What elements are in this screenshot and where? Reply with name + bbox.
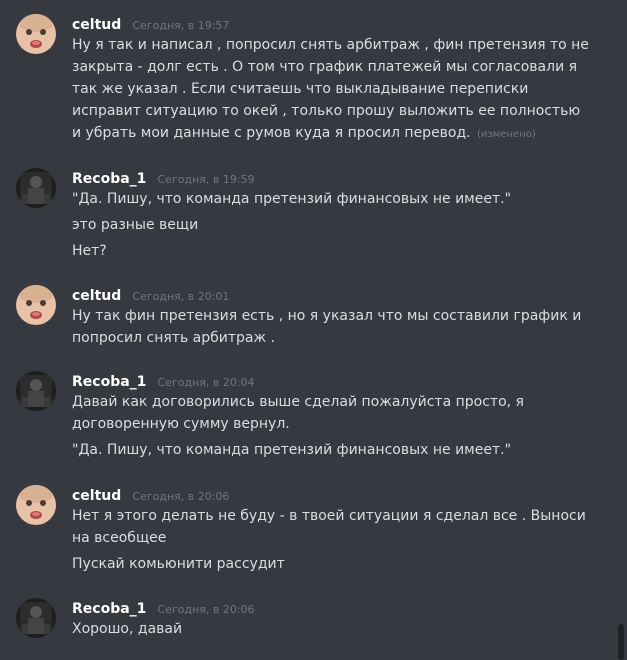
baby-face-avatar-icon[interactable] [16,485,56,525]
dark-figure-avatar-icon[interactable] [16,598,56,638]
username[interactable]: Recoba_1 [72,601,146,617]
timestamp: Сегодня, в 19:59 [157,173,255,186]
timestamp: Сегодня, в 20:04 [157,376,255,389]
message-text: Хорошо, давай [72,621,183,637]
dark-figure-avatar-icon[interactable] [16,371,56,411]
message-group: celtud Сегодня, в 20:01 Ну так фин прете… [0,285,612,351]
message-header: Recoba_1 Сегодня, в 20:04 [72,371,255,391]
message-text: это разные вещи [72,217,199,233]
username[interactable]: celtud [72,288,121,304]
scrollbar-thumb[interactable] [618,624,624,660]
baby-face-avatar-icon[interactable] [16,14,56,54]
dark-figure-avatar-icon[interactable] [16,168,56,208]
timestamp: Сегодня, в 20:01 [132,290,230,303]
message-group: Recoba_1 Сегодня, в 20:06 Хорошо, давай [0,598,612,642]
message-header: Recoba_1 Сегодня, в 19:59 [72,168,255,188]
message-text: "Да. Пишу, что команда претензий финансо… [72,191,512,207]
username[interactable]: celtud [72,488,121,504]
message-text: Пускай комьюнити рассудит [72,556,285,572]
timestamp: Сегодня, в 20:06 [132,490,230,503]
message-header: celtud Сегодня, в 20:01 [72,285,229,305]
timestamp: Сегодня, в 20:06 [157,603,255,616]
message-group: Recoba_1 Сегодня, в 20:04 Давай как дого… [0,371,612,463]
message-content: Ну я так и написал , попросил снять арби… [72,37,589,141]
message-list: celtud Сегодня, в 19:57 Ну я так и напис… [0,0,627,660]
message-header: celtud Сегодня, в 20:06 [72,485,229,505]
message-text: Нет? [72,243,107,259]
username[interactable]: celtud [72,17,121,33]
message-text: Ну так фин претензия есть , но я указал … [72,308,582,346]
message-text: Давай как договорились выше сделай пожал… [72,394,524,432]
edited-label: (изменено) [477,129,536,140]
message-text: "Да. Пишу, что команда претензий финансо… [72,442,512,458]
message-header: Recoba_1 Сегодня, в 20:06 [72,598,255,618]
message-text: Нет я этого делать не буду - в твоей сит… [72,508,586,546]
username[interactable]: Recoba_1 [72,374,146,390]
baby-face-avatar-icon[interactable] [16,285,56,325]
timestamp: Сегодня, в 19:57 [132,19,230,32]
message-header: celtud Сегодня, в 19:57 [72,14,229,34]
message-group: Recoba_1 Сегодня, в 19:59 "Да. Пишу, что… [0,168,612,264]
scrollbar-track[interactable] [617,0,625,660]
message-text: Ну я так и написал , попросил снять арби… [72,34,592,146]
message-group: celtud Сегодня, в 19:57 Ну я так и напис… [0,14,612,144]
message-group: celtud Сегодня, в 20:06 Нет я этого дела… [0,485,612,577]
username[interactable]: Recoba_1 [72,171,146,187]
